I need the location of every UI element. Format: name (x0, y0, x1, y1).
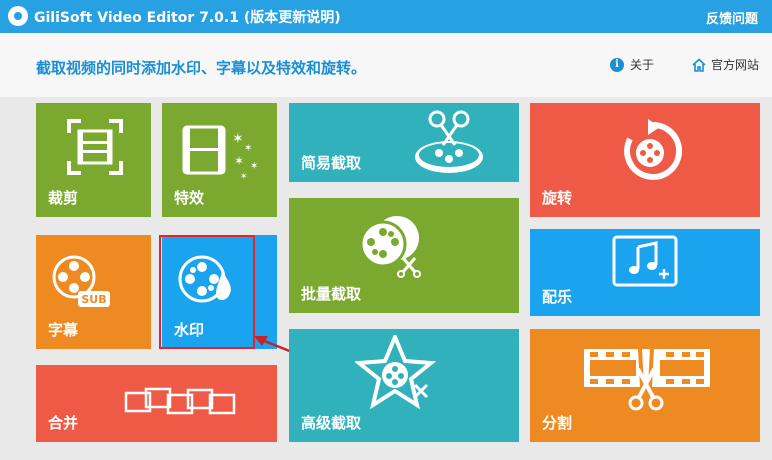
tile-subtitle-label: 字幕 (48, 321, 79, 339)
film-chain-icon (124, 387, 236, 415)
tile-music[interactable]: 配乐 (530, 229, 760, 316)
tile-merge-label: 合并 (48, 414, 79, 432)
rotate-reel-icon (624, 119, 682, 180)
tile-subtitle[interactable]: SUB 字幕 (36, 235, 151, 349)
music-note-icon (612, 235, 678, 287)
subheader: 截取视频的同时添加水印、字幕以及特效和旋转。 i 关于 官方网站 (0, 33, 772, 97)
svg-text:✶: ✶ (232, 131, 244, 147)
scissors-reel-icon (415, 110, 483, 173)
title-bar: GiliSoft Video Editor 7.0.1 (版本更新说明) 反馈问… (0, 0, 772, 33)
svg-text:✶: ✶ (240, 172, 248, 182)
svg-text:✶: ✶ (234, 154, 244, 168)
tile-crop[interactable]: 裁剪 (36, 103, 151, 217)
subtitle-reel-icon: SUB (52, 255, 110, 307)
tile-rotate-label: 旋转 (542, 189, 573, 207)
app-title[interactable]: GiliSoft Video Editor 7.0.1 (版本更新说明) (34, 7, 341, 27)
tile-rotate[interactable]: 旋转 (530, 103, 760, 217)
website-link[interactable]: 官方网站 (692, 56, 759, 73)
svg-text:✶: ✶ (244, 143, 252, 154)
subtitle-badge: SUB (81, 293, 106, 306)
tile-simple-cut-label: 简易截取 (301, 154, 362, 172)
film-split-icon (584, 348, 710, 411)
batch-reels-icon (359, 216, 421, 278)
about-link[interactable]: i 关于 (610, 56, 654, 73)
star-reel-icon (355, 335, 437, 409)
home-icon (692, 57, 706, 72)
crop-frame-icon (67, 119, 123, 175)
tile-effects[interactable]: ✶ ✶ ✶ ✶ ✶ 特效 (162, 103, 277, 217)
tile-batch-cut[interactable]: 批量截取 (289, 198, 519, 313)
tile-simple-cut[interactable]: 简易截取 (289, 103, 519, 182)
tile-music-label: 配乐 (542, 288, 573, 306)
tile-split[interactable]: 分割 (530, 329, 760, 442)
app-logo-icon (8, 6, 28, 26)
feedback-link[interactable]: 反馈问题 (706, 8, 758, 27)
tile-split-label: 分割 (542, 414, 573, 432)
website-label: 官方网站 (711, 58, 760, 72)
info-icon: i (610, 57, 624, 72)
tile-effects-label: 特效 (174, 189, 205, 207)
film-sparkle-icon: ✶ ✶ ✶ ✶ ✶ (182, 125, 258, 182)
tile-crop-label: 裁剪 (48, 189, 79, 207)
about-label: 关于 (630, 58, 655, 72)
selection-highlight (159, 235, 255, 349)
svg-text:✶: ✶ (250, 161, 258, 172)
tile-batch-cut-label: 批量截取 (301, 285, 362, 303)
tile-merge[interactable]: 合并 (36, 365, 277, 442)
tile-advanced-cut-label: 高级截取 (301, 414, 362, 432)
tile-advanced-cut[interactable]: 高级截取 (289, 329, 519, 442)
tagline: 截取视频的同时添加水印、字幕以及特效和旋转。 (36, 59, 367, 77)
